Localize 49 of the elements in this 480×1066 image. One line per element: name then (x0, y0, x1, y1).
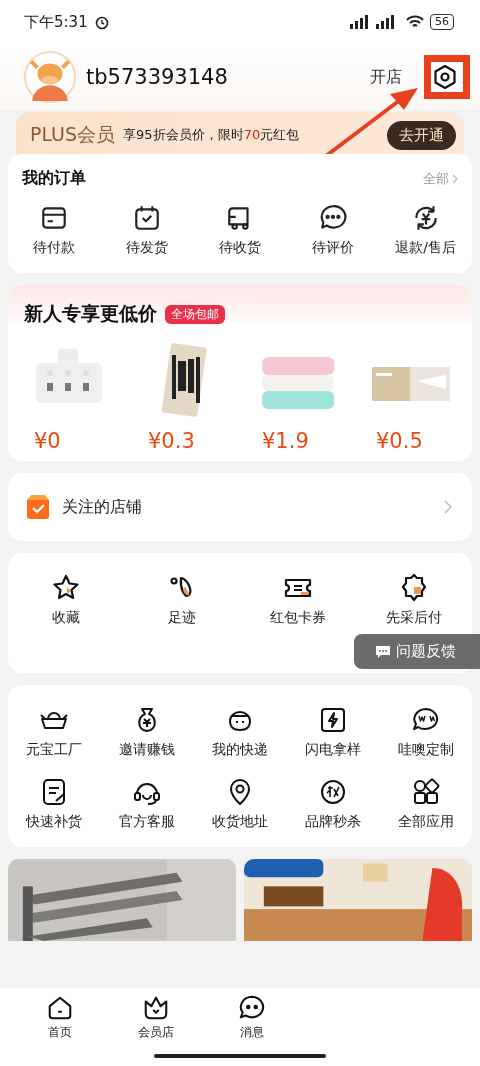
alarm-icon (93, 14, 110, 30)
wifi-icon (406, 15, 424, 29)
service-item[interactable]: 快速补货 (8, 777, 101, 831)
badge-icon (399, 573, 429, 603)
service-item[interactable]: 我的快递 (193, 705, 287, 759)
service-item[interactable]: 收货地址 (193, 777, 287, 831)
product-price: ¥0.3 (148, 429, 195, 453)
product-price: ¥0.5 (376, 429, 423, 453)
shortcut-item[interactable]: 红包卡券 (240, 573, 356, 627)
tab-bar-item[interactable]: 消息 (204, 988, 300, 1066)
activate-button[interactable]: 去开通 (387, 120, 456, 150)
free-shipping-tag: 全场包邮 (165, 304, 225, 324)
status-time: 下午5:31 (24, 12, 88, 32)
service-item[interactable]: 邀请赚钱 (100, 705, 194, 759)
avatar-icon (24, 51, 76, 103)
chevron-icon (444, 500, 452, 514)
crown-icon (142, 994, 170, 1022)
plus-offer: 享95折会员价，限时70元红包 (123, 126, 300, 144)
order-status-item[interactable]: 退款/售后 (379, 203, 472, 257)
tab-bar-item[interactable]: 首页 (12, 988, 108, 1066)
product-price: ¥0 (34, 429, 61, 453)
feedback-button[interactable]: 问题反馈 (354, 634, 480, 669)
order-status-item[interactable]: 待收货 (193, 203, 287, 257)
shortcut-item[interactable]: 收藏 (8, 573, 124, 627)
section-title: 我的订单 (22, 168, 86, 189)
plus-title: PLUS会员 (30, 122, 116, 147)
shop-bag-icon (24, 494, 52, 520)
username: tb573393148 (86, 65, 228, 89)
service-item[interactable]: 全部应用 (379, 777, 472, 831)
followed-shops-row[interactable]: 关注的店铺 (8, 473, 472, 541)
order-status-item[interactable]: 待评价 (286, 203, 380, 257)
service-item[interactable]: 元宝工厂 (8, 705, 101, 759)
service-item[interactable]: 闪电拿样 (286, 705, 380, 759)
product-price: ¥1.9 (262, 429, 309, 453)
service-item[interactable]: 品牌秒杀 (286, 777, 380, 831)
order-status-item[interactable]: 待付款 (8, 203, 101, 257)
open-shop-link[interactable]: 开店 (370, 66, 402, 88)
order-status-item[interactable]: 待发货 (100, 203, 194, 257)
battery-level: 56 (430, 14, 454, 30)
shortcut-item[interactable]: 先采后付 (356, 573, 472, 627)
section-title: 新人专享更低价 (24, 301, 157, 326)
home-icon (46, 994, 74, 1022)
service-item[interactable]: 官方客服 (100, 777, 194, 831)
highlight-frame (424, 55, 470, 99)
chevron-icon (452, 173, 458, 184)
service-item[interactable]: 哇噢定制 (379, 705, 472, 759)
tab-bar-item[interactable]: 会员店 (108, 988, 204, 1066)
chat-icon (376, 645, 390, 658)
shortcut-item[interactable]: 足迹 (124, 573, 240, 627)
